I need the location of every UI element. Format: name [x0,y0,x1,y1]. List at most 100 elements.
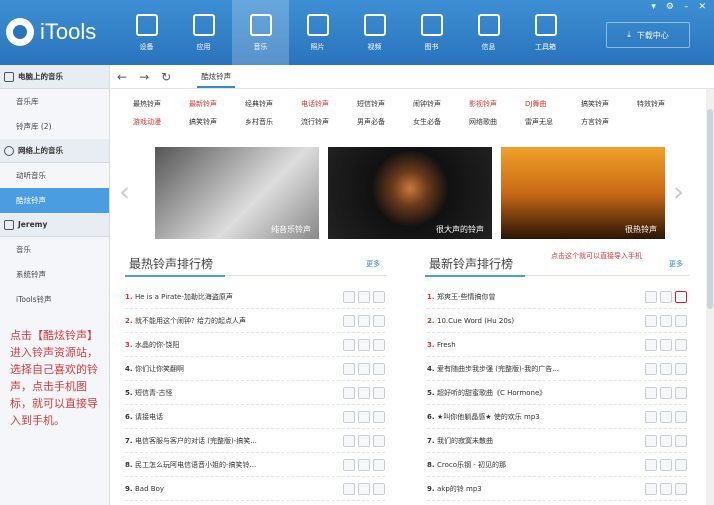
back-icon[interactable]: ← [117,70,127,84]
play-icon[interactable] [343,434,355,447]
play-icon[interactable] [645,338,657,351]
minimize-icon[interactable]: – [684,2,689,12]
nav-phone[interactable]: 设备 [118,0,175,65]
download-icon[interactable] [358,338,370,351]
category-link[interactable]: 短信铃声 [357,99,413,109]
ringtone-title[interactable]: 郑爽王-些情搞你曾 [437,292,645,302]
ringtone-title[interactable]: 民工怎么玩阿电信语音小姐的-搞笑铃... [135,460,343,470]
category-link[interactable]: 雷声无息 [525,117,581,127]
ringtone-title[interactable]: 你们让你笑翻啊 [135,364,343,374]
ringtone-row[interactable]: 8. Croco乐钢 - 初见的那 [427,453,687,477]
ringtone-title[interactable]: 电信客服与客户的对话 (完整版)-搞笑... [135,436,343,446]
category-link[interactable]: 流行铃声 [301,117,357,127]
sidebar-item-online-music[interactable]: 动听音乐 [0,163,109,188]
download-icon[interactable] [660,458,672,471]
ringtone-title[interactable]: 就不能用这个闹钟? 给力的起点人声 [135,316,343,326]
phone-import-icon[interactable] [373,338,385,351]
category-link[interactable] [637,117,693,127]
nav-photo[interactable]: 照片 [289,0,346,65]
download-icon[interactable] [660,338,672,351]
play-icon[interactable] [343,410,355,423]
phone-import-icon[interactable] [373,434,385,447]
banner-pure-music[interactable]: 纯音乐铃声 [155,147,319,239]
ringtone-title[interactable]: 爱有随曲步我步强 (完整版)-我的广告... [437,364,645,374]
phone-import-icon[interactable] [675,386,687,399]
ringtone-title[interactable]: He is a Pirate-加勒比海盗原声 [135,292,343,302]
phone-import-icon[interactable] [373,290,385,303]
category-link[interactable]: 乡村音乐 [245,117,301,127]
ringtone-row[interactable]: 6. 请接电话 [125,405,385,429]
download-icon[interactable] [358,290,370,303]
play-icon[interactable] [343,386,355,399]
banner-loud[interactable]: 很大声的铃声 [328,147,492,239]
download-icon[interactable] [358,314,370,327]
play-icon[interactable] [343,362,355,375]
download-icon[interactable] [660,434,672,447]
play-icon[interactable] [645,290,657,303]
play-icon[interactable] [343,314,355,327]
play-icon[interactable] [343,482,355,495]
play-icon[interactable] [645,410,657,423]
download-icon[interactable] [358,458,370,471]
new-chart-more-link[interactable]: 更多 [669,259,683,269]
skin-icon[interactable]: ▾ [651,2,656,12]
nav-music[interactable]: 音乐 [232,0,289,65]
refresh-icon[interactable]: ↻ [161,70,171,84]
phone-import-icon[interactable] [675,362,687,375]
nav-tools[interactable]: 工具箱 [517,0,574,65]
carousel-prev-icon[interactable]: ‹ [119,175,130,208]
category-link[interactable]: 网络歌曲 [469,117,525,127]
play-icon[interactable] [645,434,657,447]
carousel-next-icon[interactable]: › [673,175,684,208]
ringtone-title[interactable]: 水晶的你-饶阳 [135,340,343,350]
ringtone-row[interactable]: 6. ★叫你他躺晶感★ 使的欢乐 mp3 [427,405,687,429]
scrollbar[interactable] [706,89,714,505]
phone-import-icon[interactable] [373,314,385,327]
category-link[interactable]: 电话铃声 [301,99,357,109]
nav-contact[interactable]: 信息 [460,0,517,65]
play-icon[interactable] [343,338,355,351]
ringtone-row[interactable]: 1. He is a Pirate-加勒比海盗原声 [125,285,385,309]
ringtone-row[interactable]: 4. 你们让你笑翻啊 [125,357,385,381]
download-icon[interactable] [358,482,370,495]
ringtone-title[interactable]: Fresh [437,341,645,349]
forward-icon[interactable]: → [139,70,149,84]
phone-import-icon[interactable] [675,410,687,423]
category-link[interactable]: 搞笑铃声 [189,117,245,127]
sidebar-item-music-library[interactable]: 音乐库 [0,89,109,114]
download-icon[interactable] [358,362,370,375]
ringtone-title[interactable]: akp的铃 mp3 [437,484,645,494]
download-icon[interactable] [660,314,672,327]
play-icon[interactable] [645,482,657,495]
nav-book[interactable]: 图书 [403,0,460,65]
ringtone-row[interactable]: 2. 10.Cue Word (Hu 20s) [427,309,687,333]
ringtone-row[interactable]: 7. 电信客服与客户的对话 (完整版)-搞笑... [125,429,385,453]
ringtone-title[interactable]: 短信青-古怪 [135,388,343,398]
ringtone-row[interactable]: 2. 就不能用这个闹钟? 给力的起点人声 [125,309,385,333]
download-icon[interactable] [660,482,672,495]
ringtone-row[interactable]: 8. 民工怎么玩阿电信语音小姐的-搞笑铃... [125,453,385,477]
phone-import-icon[interactable] [373,386,385,399]
ringtone-row[interactable]: 4. 爱有随曲步我步强 (完整版)-我的广告... [427,357,687,381]
tab-cool-ringtones[interactable]: 酷炫铃声 [197,71,236,88]
sidebar-item-device-music[interactable]: 音乐 [0,237,109,262]
sidebar-item-system-ringtones[interactable]: 系统铃声 [0,262,109,287]
ringtone-title[interactable]: 10.Cue Word (Hu 20s) [437,317,645,325]
download-icon[interactable] [660,290,672,303]
sidebar-item-ringtone-library[interactable]: 铃声库 (2) [0,114,109,139]
sidebar-section-online-music[interactable]: 网络上的音乐 [0,139,109,163]
ringtone-title[interactable]: 超好听的甜蜜歌曲《C Hormone》 [437,388,645,398]
category-link[interactable]: 男声必备 [357,117,413,127]
category-link[interactable]: 特效铃声 [637,99,693,109]
ringtone-row[interactable]: 3. Fresh [427,333,687,357]
ringtone-row[interactable]: 9. Bad Boy [125,477,385,501]
phone-import-icon[interactable] [675,338,687,351]
sidebar-item-cool-ringtones[interactable]: 酷炫铃声 [0,188,109,213]
category-link[interactable]: DJ舞曲 [525,99,581,109]
ringtone-row[interactable]: 5. 短信青-古怪 [125,381,385,405]
ringtone-title[interactable]: 我们的寂寞未散曲 [437,436,645,446]
play-icon[interactable] [343,290,355,303]
ringtone-row[interactable]: 9. akp的铃 mp3 [427,477,687,501]
category-link[interactable]: 女生必备 [413,117,469,127]
play-icon[interactable] [645,386,657,399]
